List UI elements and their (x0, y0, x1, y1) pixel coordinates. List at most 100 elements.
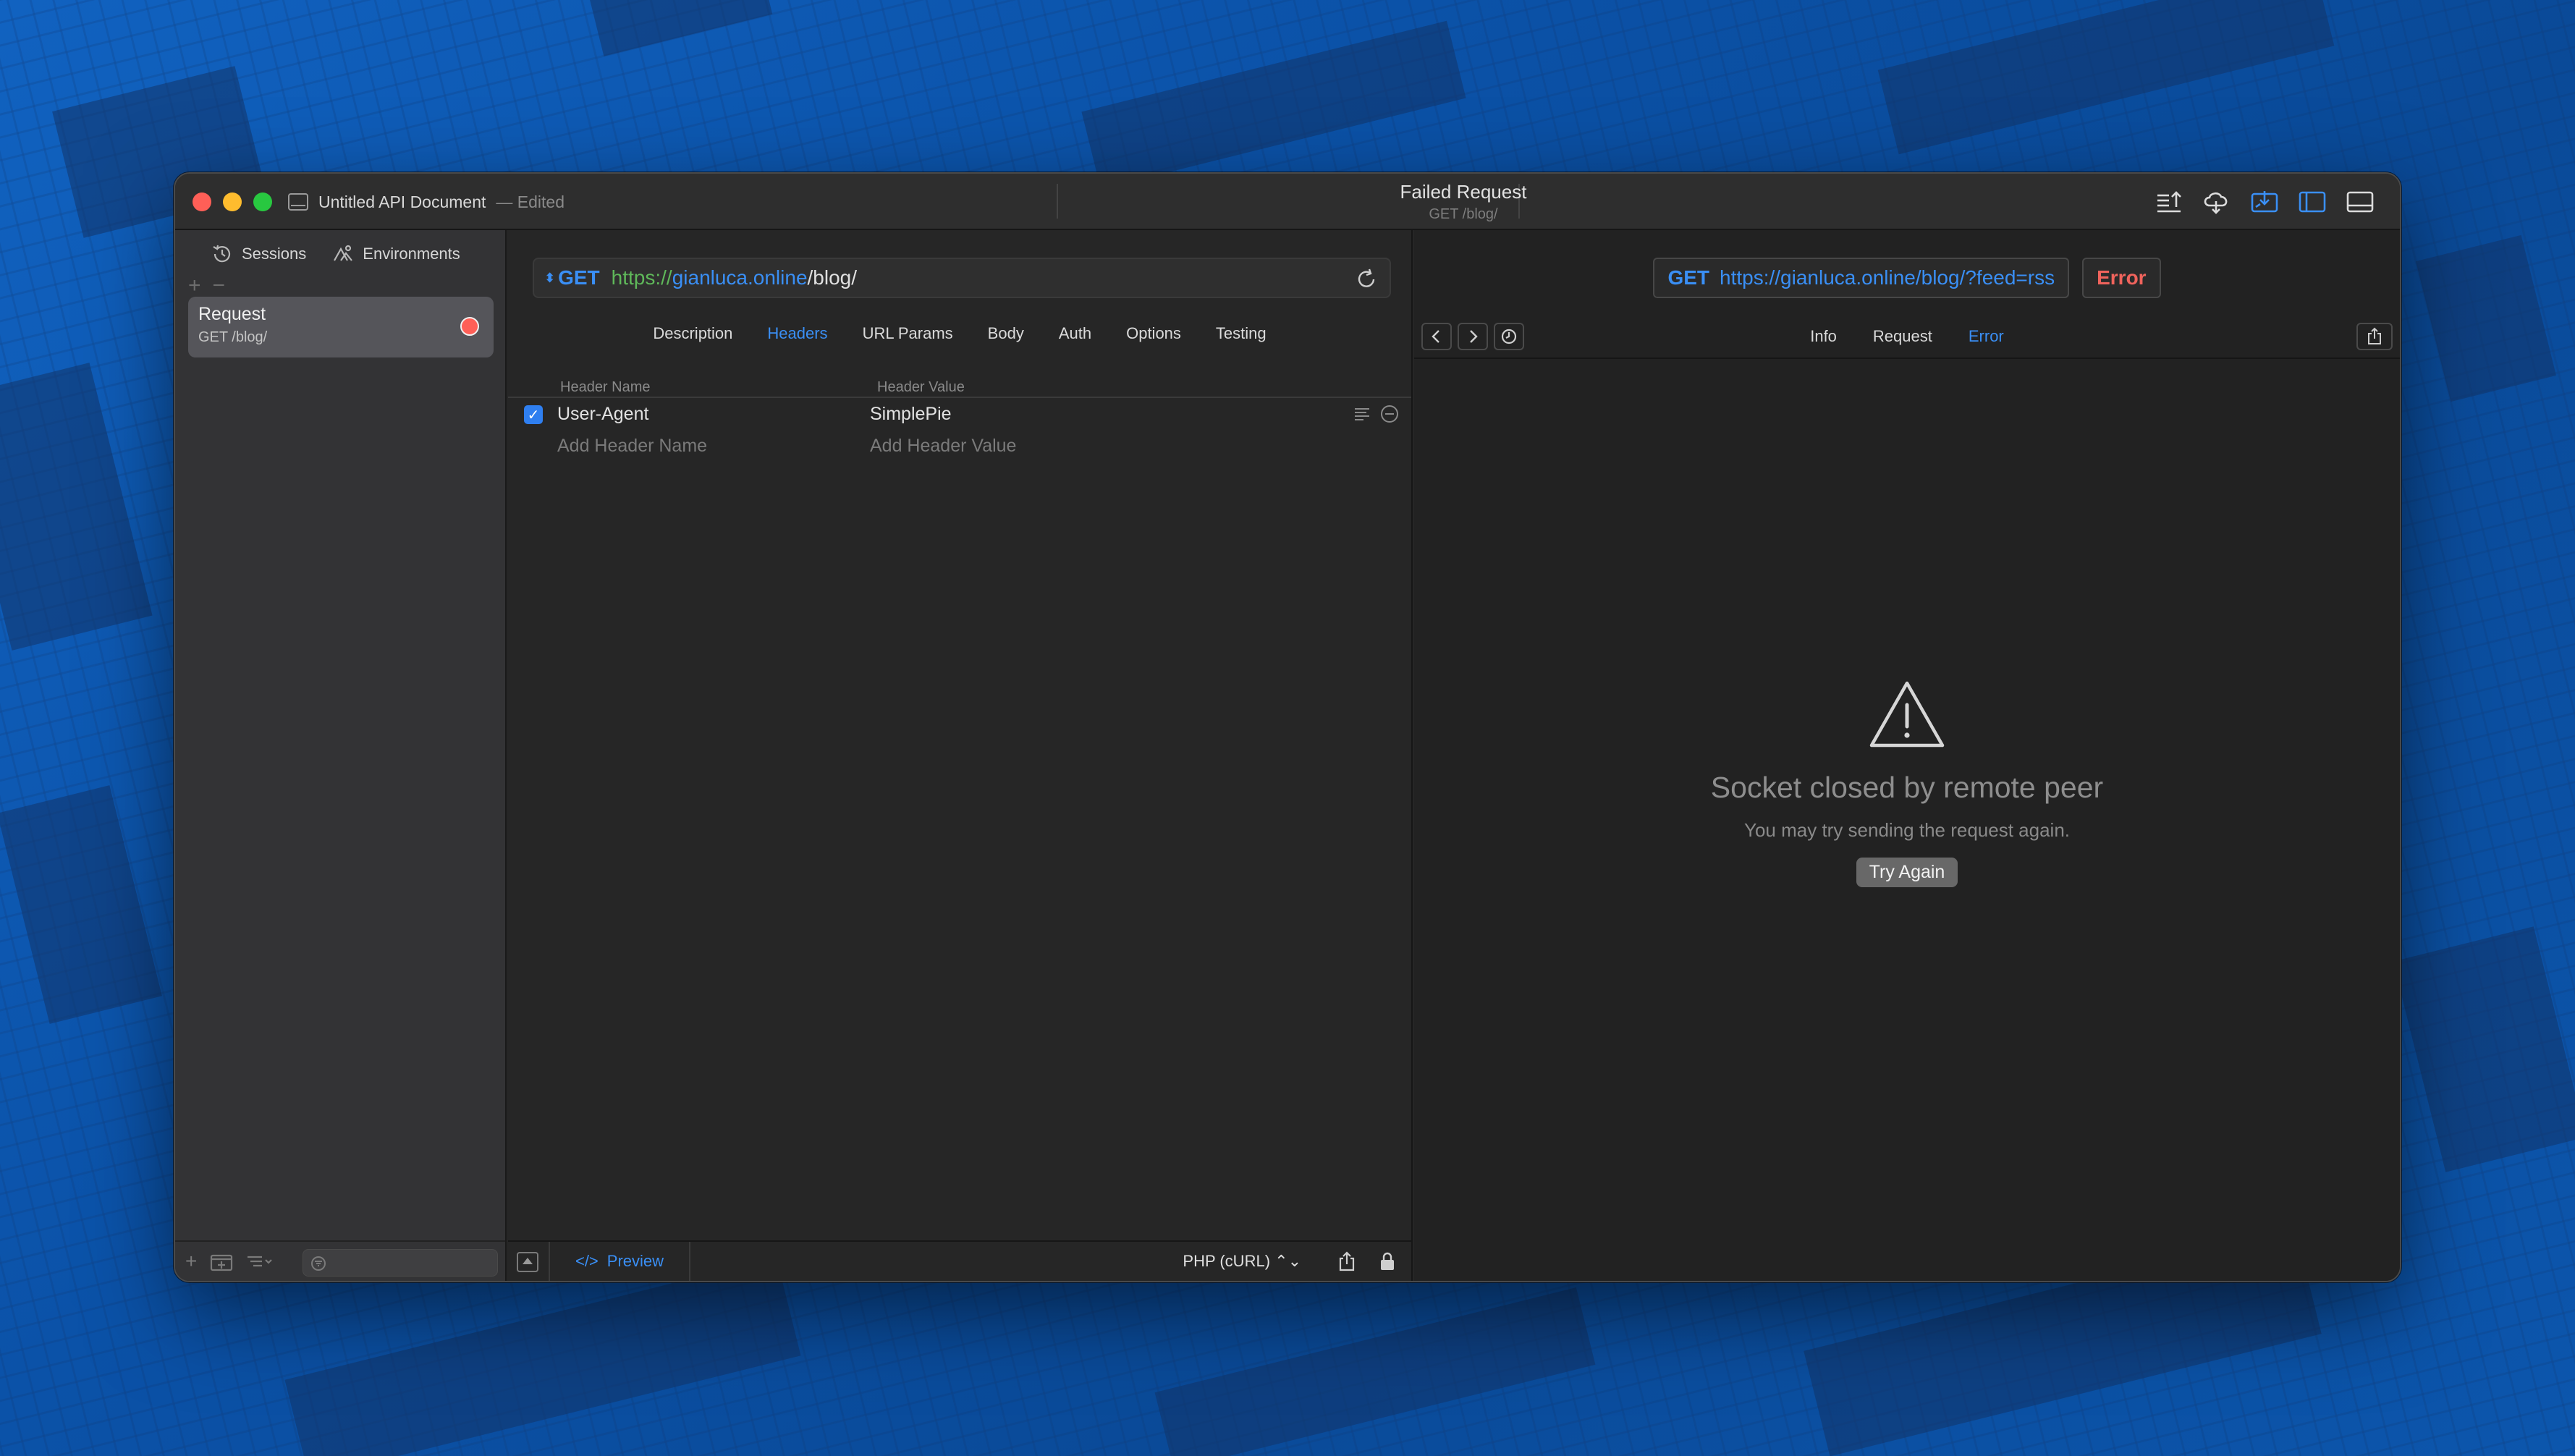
add-header-name-field[interactable]: Add Header Name (557, 436, 707, 457)
share-icon[interactable] (1336, 1250, 1358, 1272)
response-share-button[interactable] (2356, 323, 2393, 350)
preview-button[interactable]: </> Preview (549, 1242, 690, 1281)
code-language-selector[interactable]: PHP (cURL) ⌃⌄ (1183, 1252, 1301, 1271)
error-panel: Socket closed by remote peer You may try… (1414, 679, 2400, 887)
request-status-subtitle: GET /blog/ (1429, 206, 1498, 222)
minimize-window-button[interactable] (223, 192, 242, 211)
app-window: Untitled API Document — Edited Failed Re… (174, 172, 2401, 1282)
sidebar-tabs: Sessions Environments (211, 243, 460, 265)
table-row-placeholder: Add Header Name Add Header Value (508, 430, 1411, 462)
header-value-cell[interactable]: SimplePie (870, 404, 952, 425)
request-pane: ⬍ GET https://gianluca.online/blog/ Desc… (508, 230, 1413, 1281)
window-controls (193, 192, 272, 211)
column-header-name: Header Name (560, 379, 651, 395)
url-host: gianluca.online (672, 266, 808, 289)
toolbar-icons (2145, 187, 2384, 217)
zoom-window-button[interactable] (253, 192, 272, 211)
tab-sessions[interactable]: Sessions (211, 243, 306, 265)
history-icon (213, 245, 231, 263)
document-icon (288, 193, 308, 211)
window-center-title: Failed Request GET /blog/ (1232, 181, 1695, 223)
response-method: GET (1667, 266, 1709, 289)
close-window-button[interactable] (193, 192, 211, 211)
bottom-panel-icon (2346, 191, 2374, 213)
title-separator (1057, 184, 1058, 219)
share-icon (2368, 327, 2381, 344)
tab-info[interactable]: Info (1810, 327, 1837, 346)
environments-icon (334, 245, 353, 261)
sidebar-add-remove: + − (188, 274, 225, 298)
sidebar-toggle-icon (2299, 191, 2326, 213)
error-title: Socket closed by remote peer (1710, 771, 2104, 804)
new-group-icon[interactable] (210, 1251, 233, 1271)
tab-options[interactable]: Options (1126, 324, 1181, 343)
sidebar-filter-field[interactable] (303, 1249, 498, 1277)
tab-environments-label: Environments (363, 245, 460, 263)
tab-body[interactable]: Body (988, 324, 1024, 343)
tab-testing[interactable]: Testing (1216, 324, 1267, 343)
cloud-button[interactable] (2193, 187, 2241, 217)
header-enabled-checkbox[interactable]: ✓ (524, 405, 543, 424)
method-selector[interactable]: ⬍ GET (544, 266, 600, 289)
preview-label: Preview (606, 1252, 664, 1270)
add-icon[interactable]: + (188, 274, 201, 298)
import-button[interactable] (2241, 187, 2288, 217)
lock-icon[interactable] (1377, 1250, 1398, 1272)
expand-panel-button[interactable] (517, 1252, 538, 1272)
add-header-value-field[interactable]: Add Header Value (870, 436, 1016, 457)
import-icon (2251, 191, 2278, 213)
sort-menu-icon[interactable] (246, 1251, 275, 1271)
tab-url-params[interactable]: URL Params (863, 324, 953, 343)
warning-icon (1869, 681, 1945, 748)
document-title[interactable]: Untitled API Document — Edited (288, 188, 565, 216)
sidebar-toggle-button[interactable] (2288, 187, 2336, 217)
text-format-icon[interactable] (1352, 404, 1372, 424)
response-url: https://gianluca.online/blog/?feed=rss (1720, 266, 2055, 289)
bottom-panel-button[interactable] (2336, 187, 2384, 217)
row-actions (1352, 404, 1400, 424)
try-again-button[interactable]: Try Again (1856, 858, 1958, 887)
refresh-icon[interactable] (1355, 268, 1378, 291)
header-name-cell[interactable]: User-Agent (557, 404, 648, 425)
tab-error[interactable]: Error (1969, 327, 2004, 346)
tab-description[interactable]: Description (653, 324, 732, 343)
method-label: GET (558, 266, 600, 289)
error-subtitle: You may try sending the request again. (1744, 819, 2070, 841)
cloud-sync-icon (2204, 192, 2228, 214)
remove-row-icon[interactable] (1379, 404, 1400, 424)
request-name: Request (198, 304, 266, 324)
filter-icon (311, 1256, 326, 1271)
request-path: GET /blog/ (198, 329, 268, 345)
document-edited-status: — Edited (496, 192, 565, 211)
request-tabs: Description Headers URL Params Body Auth… (508, 324, 1411, 343)
code-icon: </> (575, 1252, 599, 1270)
headers-table-header: Header Name Header Value (508, 373, 1411, 398)
response-tabs: Info Request Error (1414, 327, 2400, 346)
request-bottom-bar: </> Preview PHP (cURL) ⌃⌄ (508, 1240, 1411, 1281)
tab-headers[interactable]: Headers (767, 324, 827, 343)
url-bar[interactable]: ⬍ GET https://gianluca.online/blog/ (533, 258, 1391, 298)
export-button[interactable] (2145, 187, 2193, 217)
method-stepper-icon: ⬍ (544, 270, 556, 285)
tab-environments[interactable]: Environments (332, 243, 460, 265)
tab-request[interactable]: Request (1873, 327, 1932, 346)
column-header-value: Header Value (877, 379, 965, 395)
table-row: ✓ User-Agent SimplePie (508, 398, 1411, 430)
response-divider (1414, 357, 2400, 359)
remove-icon[interactable]: − (213, 274, 226, 298)
tab-auth[interactable]: Auth (1059, 324, 1091, 343)
tab-sessions-label: Sessions (242, 245, 307, 263)
error-status-dot (460, 317, 479, 336)
export-icon (2157, 191, 2181, 213)
sidebar: Sessions Environments + − Request GET /b… (175, 230, 507, 1281)
url-path: /blog/ (807, 266, 858, 289)
titlebar: Untitled API Document — Edited Failed Re… (175, 174, 2400, 230)
sidebar-item-request[interactable]: Request GET /blog/ (188, 297, 494, 357)
response-summary: GET https://gianluca.online/blog/?feed=r… (1414, 258, 2400, 298)
response-pane: GET https://gianluca.online/blog/?feed=r… (1414, 230, 2400, 1281)
request-status-title: Failed Request (1400, 181, 1527, 203)
document-title-text: Untitled API Document (318, 192, 486, 211)
response-url-badge[interactable]: GET https://gianluca.online/blog/?feed=r… (1653, 258, 2070, 298)
add-request-icon[interactable]: + (185, 1250, 197, 1273)
url-scheme: https:// (611, 266, 672, 289)
